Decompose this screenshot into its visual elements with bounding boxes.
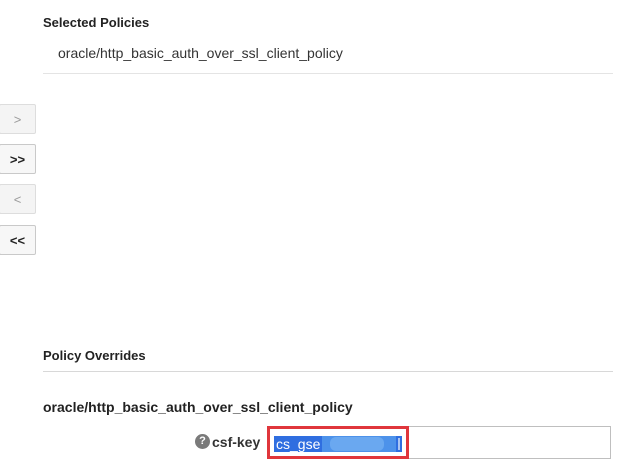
csf-key-label: csf-key: [212, 434, 261, 450]
overrides-divider: [43, 371, 613, 372]
policy-overrides-heading: Policy Overrides: [43, 348, 146, 363]
move-all-button[interactable]: >>: [0, 144, 36, 174]
selected-policies-heading: Selected Policies: [43, 15, 150, 30]
help-icon[interactable]: ?: [195, 434, 210, 449]
list-divider: [43, 73, 613, 74]
override-policy-name: oracle/http_basic_auth_over_ssl_client_p…: [43, 399, 353, 415]
policy-shuttle-panel: Selected Policies oracle/http_basic_auth…: [0, 0, 627, 466]
remove-all-button[interactable]: <<: [0, 225, 36, 255]
remove-selected-button[interactable]: <: [0, 184, 36, 214]
move-selected-button[interactable]: >: [0, 104, 36, 134]
csf-key-value: cs_gse: [276, 436, 321, 452]
selected-policy-item[interactable]: oracle/http_basic_auth_over_ssl_client_p…: [58, 45, 343, 61]
